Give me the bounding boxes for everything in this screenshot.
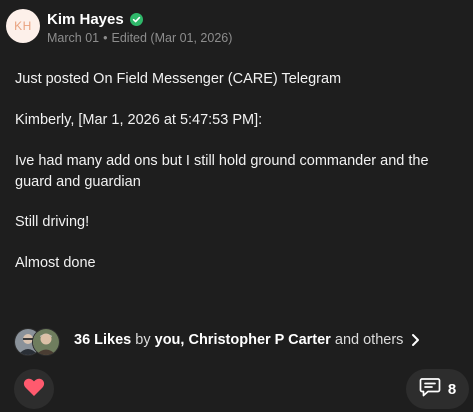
post-paragraph: Kimberly, [Mar 1, 2026 at 5:47:53 PM]:: [15, 112, 263, 128]
author-name[interactable]: Kim Hayes: [47, 11, 124, 28]
liker-avatar: [32, 328, 60, 356]
likes-by: by: [135, 332, 151, 348]
post-date: March 01: [47, 31, 100, 45]
post-paragraph: Ive had many add ons but I still hold gr…: [15, 153, 429, 190]
comment-icon: [419, 377, 441, 402]
post-paragraph: Almost done: [15, 255, 96, 271]
post-meta: March 01 • Edited (Mar 01, 2026): [47, 31, 232, 45]
comment-count: 8: [447, 380, 457, 398]
edited-label: Edited (Mar 01, 2026): [111, 31, 233, 45]
liker-avatars[interactable]: [14, 328, 60, 356]
author-avatar[interactable]: KH: [6, 9, 40, 43]
meta-separator: •: [103, 31, 108, 45]
like-button[interactable]: [14, 369, 54, 409]
post-paragraph: Just posted On Field Messenger (CARE) Te…: [15, 71, 342, 87]
likes-summary[interactable]: 36 Likes by you, Christopher P Carter an…: [74, 332, 420, 348]
heart-icon: [23, 377, 45, 402]
verified-icon: [129, 13, 143, 26]
author-row: Kim Hayes: [47, 11, 143, 28]
likes-names: you, Christopher P Carter: [154, 332, 331, 348]
avatar-initials: KH: [14, 19, 32, 33]
likes-others: and others: [334, 332, 404, 348]
post-paragraph: Still driving!: [15, 214, 90, 230]
chevron-right-icon: [411, 333, 420, 347]
comments-button[interactable]: 8: [406, 369, 469, 409]
likes-count: 36 Likes: [74, 332, 132, 348]
post-card: KH Kim Hayes March 01 • Edited (Mar 01, …: [0, 0, 473, 412]
